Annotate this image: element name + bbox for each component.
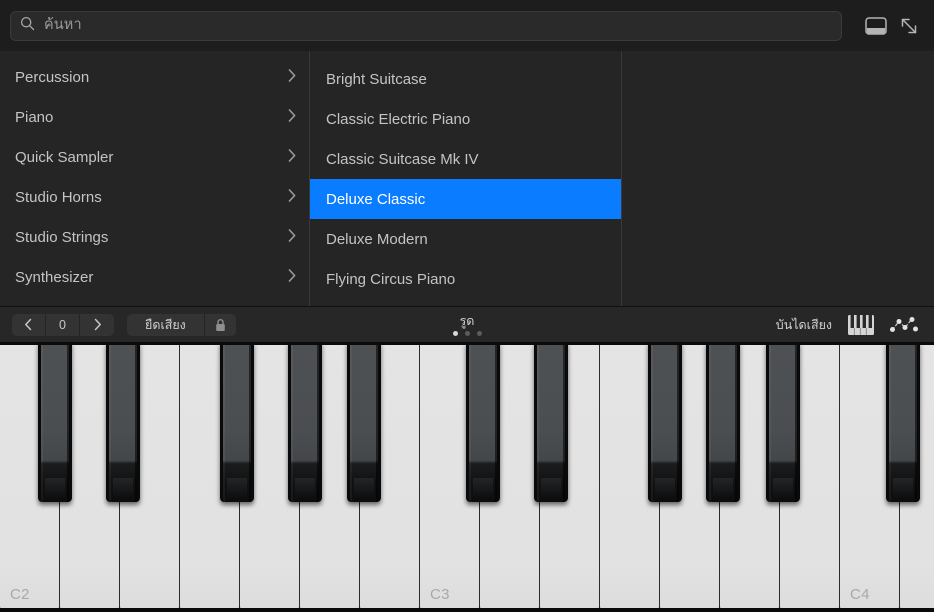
chevron-right-icon <box>287 268 297 287</box>
octave-next-button[interactable] <box>80 314 114 336</box>
piano-keyboard[interactable]: C2 C3 C4 <box>0 342 934 612</box>
white-key-label: C2 <box>10 586 30 603</box>
patch-browser: Percussion Piano Quick Sampler Studio Horns… <box>0 51 934 306</box>
patch-row[interactable]: Flying Circus Piano <box>310 259 621 299</box>
patch-row[interactable]: Classic Electric Piano <box>310 99 621 139</box>
white-key-label: C4 <box>850 586 870 603</box>
black-key[interactable] <box>534 342 568 502</box>
black-key[interactable] <box>886 342 920 502</box>
toolbar: ค้นหา <box>0 0 934 51</box>
page-dot[interactable] <box>453 331 458 336</box>
lock-icon <box>215 318 226 332</box>
patch-label: Flying Circus Piano <box>326 272 455 287</box>
category-label: Studio Strings <box>15 230 108 245</box>
keyboard-bottom-edge <box>0 608 934 612</box>
detail-column <box>622 51 934 306</box>
black-key[interactable] <box>288 342 322 502</box>
page-dot[interactable] <box>477 331 482 336</box>
patch-row[interactable]: Deluxe Modern <box>310 219 621 259</box>
chevron-right-icon <box>287 148 297 167</box>
search-input[interactable]: ค้นหา <box>10 11 842 41</box>
patch-row-selected[interactable]: Deluxe Classic <box>310 179 621 219</box>
sustain-group: ยืดเสียง <box>127 314 236 336</box>
sustain-lock-button[interactable] <box>205 314 236 336</box>
category-label: Studio Horns <box>15 190 102 205</box>
chevron-right-icon <box>287 68 297 87</box>
category-label: Piano <box>15 110 53 125</box>
black-key[interactable] <box>220 342 254 502</box>
category-row[interactable]: Percussion <box>0 57 309 97</box>
keyboard-top-edge <box>0 342 934 345</box>
category-row[interactable]: Vintage B3 Organ <box>0 297 309 306</box>
black-key[interactable] <box>706 342 740 502</box>
category-row[interactable]: Studio Horns <box>0 177 309 217</box>
chevron-right-icon <box>287 108 297 127</box>
white-key-label: C3 <box>430 586 450 603</box>
octave-prev-button[interactable] <box>12 314 46 336</box>
patch-label: Classic Electric Piano <box>326 112 470 127</box>
category-row[interactable]: Quick Sampler <box>0 137 309 177</box>
category-row[interactable]: Synthesizer <box>0 257 309 297</box>
page-dot[interactable] <box>465 331 470 336</box>
black-key[interactable] <box>466 342 500 502</box>
page-dots <box>453 331 482 336</box>
patch-label: Classic Suitcase Mk IV <box>326 152 479 167</box>
patch-label: Deluxe Modern <box>326 232 428 247</box>
keyboard-options-group: บันไดเสียง <box>776 315 934 335</box>
search-icon <box>20 16 35 36</box>
chevron-right-icon <box>287 228 297 247</box>
chevron-left-icon <box>24 318 33 331</box>
arpeggiator-dots-icon[interactable] <box>890 316 918 334</box>
diagonal-resize-icon[interactable] <box>894 11 924 41</box>
category-row[interactable]: Piano <box>0 97 309 137</box>
glissando-label: รูด <box>460 315 475 327</box>
search-placeholder-text: ค้นหา <box>44 18 82 33</box>
black-key[interactable] <box>347 342 381 502</box>
software-instrument-browser-window: ค้นหา Percussion Piano Quick Sampler Studio… <box>0 0 934 612</box>
category-label: Percussion <box>15 70 89 85</box>
sustain-button[interactable]: ยืดเสียง <box>127 314 205 336</box>
black-key[interactable] <box>106 342 140 502</box>
chevron-right-icon <box>287 188 297 207</box>
black-key[interactable] <box>766 342 800 502</box>
octave-value: 0 <box>46 314 80 336</box>
patch-column: Bright Suitcase Classic Electric Piano Cla… <box>310 51 622 306</box>
category-label: Synthesizer <box>15 270 93 285</box>
chevron-right-icon <box>93 318 102 331</box>
scale-button[interactable]: บันไดเสียง <box>776 315 832 335</box>
patch-row[interactable]: Bright Suitcase <box>310 59 621 99</box>
piano-keys-icon[interactable] <box>848 315 874 335</box>
category-label: Quick Sampler <box>15 150 113 165</box>
octave-stepper[interactable]: 0 <box>12 314 114 336</box>
split-view-icon[interactable] <box>861 11 891 41</box>
category-column: Percussion Piano Quick Sampler Studio Horns… <box>0 51 310 306</box>
patch-row[interactable]: Classic Suitcase Mk IV <box>310 139 621 179</box>
category-row[interactable]: Studio Strings <box>0 217 309 257</box>
black-key[interactable] <box>648 342 682 502</box>
patch-label: Bright Suitcase <box>326 72 427 87</box>
patch-label: Deluxe Classic <box>326 192 425 207</box>
black-key[interactable] <box>38 342 72 502</box>
keyboard-toolbar: 0 ยืดเสียง รูด บันไดเสียง <box>0 306 934 342</box>
